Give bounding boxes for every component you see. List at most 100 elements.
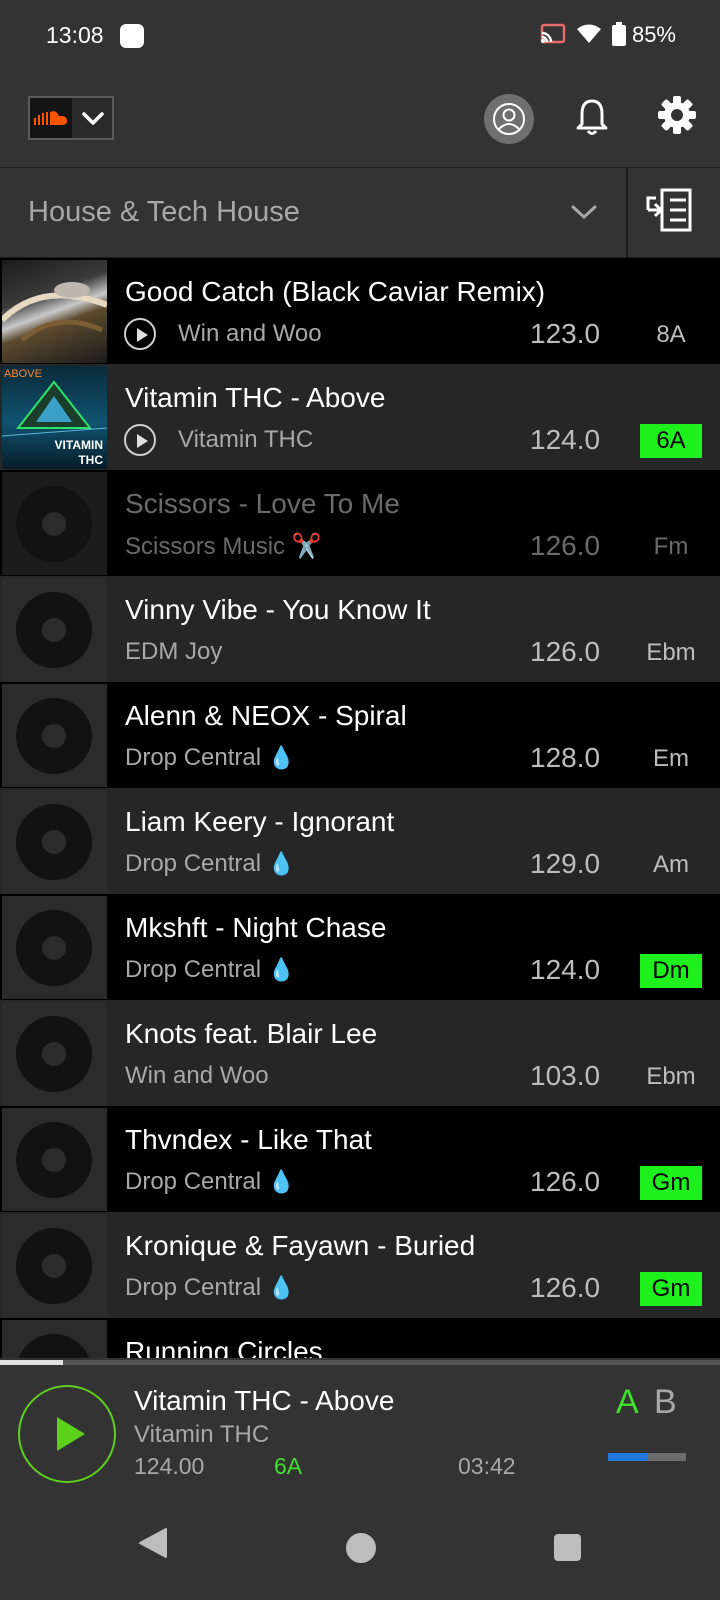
deck-a-button[interactable]: A	[616, 1383, 639, 1422]
artist-name: Drop Central	[125, 1274, 262, 1301]
soundcloud-icon	[30, 98, 72, 138]
droplet-icon: 💧	[267, 1275, 296, 1300]
source-selector[interactable]	[28, 96, 114, 140]
notification-icon	[120, 24, 144, 48]
track-key: Em	[653, 745, 689, 772]
track-row[interactable]: Good Catch (Black Caviar Remix) Win and …	[0, 258, 720, 364]
track-title: Mkshft - Night Chase	[125, 912, 387, 943]
disc-icon	[16, 1228, 92, 1304]
home-icon[interactable]	[346, 1533, 376, 1563]
disc-icon	[16, 486, 92, 562]
disc-icon	[16, 1016, 92, 1092]
track-row[interactable]: Liam Keery - Ignorant Drop Central 💧 129…	[0, 788, 720, 894]
track-artist: Vitamin THC	[178, 426, 314, 453]
track-artist: Drop Central 💧	[125, 1168, 295, 1196]
status-bar: 13:08 85%	[0, 0, 720, 72]
track-title: Vitamin THC - Above	[125, 382, 386, 413]
track-row[interactable]: Kronique & Fayawn - Buried Drop Central …	[0, 1212, 720, 1318]
artist-name: Drop Central	[125, 956, 262, 983]
track-title: Thvndex - Like That	[125, 1124, 372, 1155]
disc-icon	[16, 698, 92, 774]
art-text: ABOVE	[4, 368, 42, 380]
play-button[interactable]	[18, 1385, 116, 1483]
track-bpm: 124.0	[530, 424, 601, 455]
now-playing-bpm: 124.00	[134, 1453, 205, 1479]
chevron-down-icon	[82, 112, 104, 125]
track-key: Ebm	[646, 1063, 696, 1090]
track-artist: EDM Joy	[125, 638, 223, 665]
track-bpm: 129.0	[530, 848, 601, 879]
track-row[interactable]: Vinny Vibe - You Know It EDM Joy 126.0 E…	[0, 576, 720, 682]
preview-play-icon[interactable]	[124, 318, 156, 350]
track-row[interactable]: Scissors - Love To Me Scissors Music ✂️ …	[0, 470, 720, 576]
droplet-icon: 💧	[267, 745, 296, 770]
gear-icon[interactable]	[658, 96, 696, 134]
mini-player: Vitamin THC - Above Vitamin THC 124.00 6…	[0, 1365, 720, 1491]
track-list[interactable]: Good Catch (Black Caviar Remix) Win and …	[0, 258, 720, 1358]
album-art-placeholder	[2, 684, 107, 787]
disc-icon	[16, 910, 92, 986]
track-bpm: 124.0	[530, 954, 601, 985]
disc-icon	[16, 804, 92, 880]
preview-play-icon[interactable]	[124, 424, 156, 456]
track-title: Kronique & Fayawn - Buried	[125, 1230, 476, 1261]
album-art: ABOVE VITAMIN THC	[2, 366, 107, 469]
status-time: 13:08	[46, 22, 104, 48]
now-playing-artist: Vitamin THC	[134, 1421, 270, 1448]
divider	[626, 168, 628, 258]
track-key: Gm	[640, 1166, 702, 1200]
track-row[interactable]: Knots feat. Blair Lee Win and Woo 103.0 …	[0, 1000, 720, 1106]
bell-icon[interactable]	[576, 98, 608, 136]
playlist-bar: House & Tech House	[0, 168, 720, 258]
track-title: Good Catch (Black Caviar Remix)	[125, 276, 546, 307]
track-artist: Scissors Music ✂️	[125, 533, 322, 560]
album-art	[2, 260, 107, 363]
disc-icon	[16, 1334, 92, 1358]
track-row[interactable]: ABOVE VITAMIN THC Vitamin THC - Above Vi…	[0, 364, 720, 470]
now-playing-duration: 03:42	[458, 1453, 516, 1479]
deck-crossfader[interactable]	[608, 1453, 686, 1461]
account-button[interactable]	[484, 94, 534, 144]
track-bpm: 126.0	[530, 636, 601, 667]
art-text: THC	[78, 453, 103, 467]
track-row[interactable]: Mkshft - Night Chase Drop Central 💧 124.…	[0, 894, 720, 1000]
track-artist: Drop Central 💧	[125, 1274, 295, 1302]
system-navigation-bar	[0, 1491, 720, 1600]
artist-name: Drop Central	[125, 1168, 262, 1195]
recents-icon[interactable]	[554, 1534, 581, 1561]
track-key: 6A	[640, 424, 702, 458]
now-playing-key: 6A	[274, 1453, 303, 1479]
album-art-placeholder	[2, 790, 107, 893]
playlist-selector[interactable]: House & Tech House	[28, 196, 300, 229]
chevron-down-icon[interactable]	[570, 202, 598, 222]
track-artist: Drop Central 💧	[125, 956, 295, 984]
album-art-placeholder	[2, 1320, 107, 1358]
track-bpm: 103.0	[530, 1060, 601, 1091]
track-row[interactable]: Alenn & NEOX - Spiral Drop Central 💧 128…	[0, 682, 720, 788]
album-art-placeholder	[2, 1214, 107, 1317]
droplet-icon: 💧	[267, 851, 296, 876]
track-key: Gm	[640, 1272, 702, 1306]
battery-icon	[612, 22, 626, 46]
add-to-queue-icon[interactable]	[646, 188, 692, 232]
track-bpm: 126.0	[530, 530, 601, 561]
album-art-placeholder	[2, 896, 107, 999]
back-icon[interactable]	[138, 1527, 168, 1559]
track-bpm: 128.0	[530, 742, 601, 773]
track-key: Ebm	[646, 639, 696, 666]
droplet-icon: 💧	[267, 957, 296, 982]
track-row[interactable]: Running Circles	[0, 1318, 720, 1358]
disc-icon	[16, 592, 92, 668]
cast-icon	[540, 23, 566, 44]
artist-name: Drop Central	[125, 744, 262, 771]
status-icons	[540, 22, 626, 46]
album-art-placeholder	[2, 1002, 107, 1105]
album-art-placeholder	[2, 1108, 107, 1211]
track-row[interactable]: Thvndex - Like That Drop Central 💧 126.0…	[0, 1106, 720, 1212]
art-text: VITAMIN	[54, 438, 103, 452]
track-title: Scissors - Love To Me	[125, 488, 400, 519]
deck-crossfader-fill	[608, 1453, 648, 1461]
app-bar	[0, 72, 720, 168]
deck-b-button[interactable]: B	[654, 1383, 677, 1422]
track-key: 8A	[656, 321, 686, 348]
